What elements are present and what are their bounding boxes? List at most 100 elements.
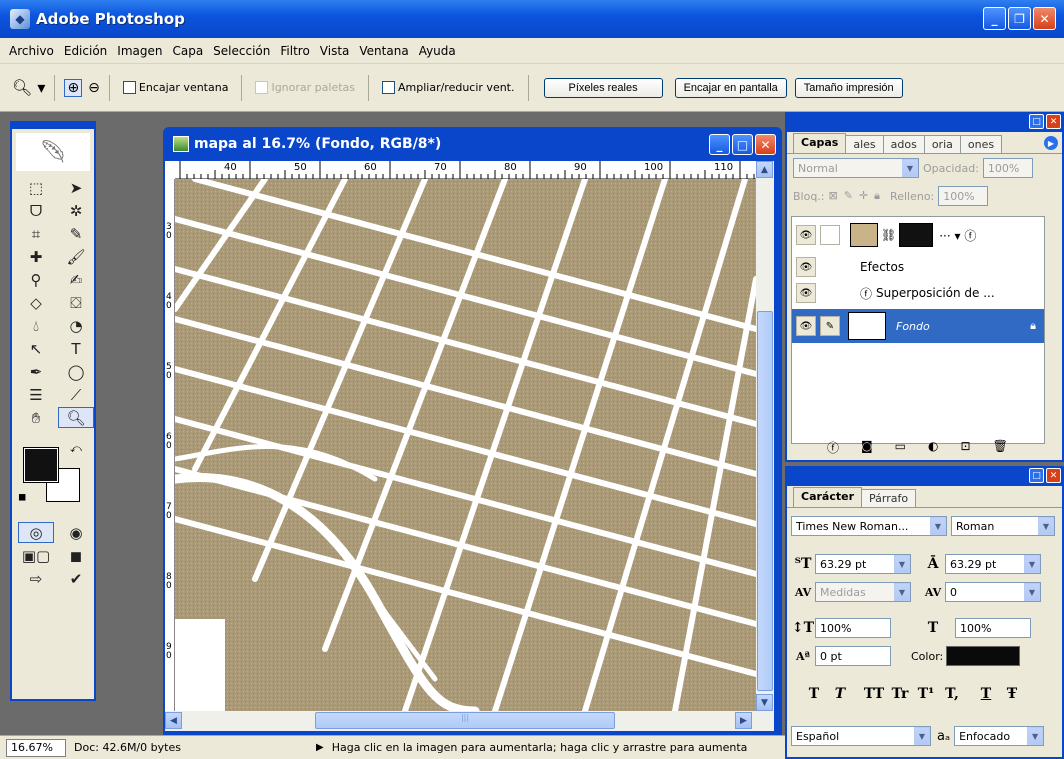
layers-menu-icon[interactable]: ▶ bbox=[1044, 136, 1058, 150]
char-close-icon[interactable]: ✕ bbox=[1046, 468, 1061, 483]
scroll-right-icon[interactable]: ▶ bbox=[735, 712, 752, 729]
subscript-button[interactable]: T, bbox=[939, 686, 965, 702]
baseline-shift-field[interactable]: 0 pt bbox=[815, 646, 891, 666]
vertical-scale-field[interactable]: 100% bbox=[815, 618, 891, 638]
eraser-tool-icon[interactable]: ◇ bbox=[18, 292, 54, 313]
paint-bucket-tool-icon[interactable]: ⛋ bbox=[58, 292, 94, 313]
layers-minimize-icon[interactable]: □ bbox=[1029, 114, 1044, 129]
tab-parrafo[interactable]: Párrafo bbox=[861, 489, 917, 507]
text-color-swatch[interactable] bbox=[946, 646, 1021, 666]
edit-in-imageready-icon[interactable]: ✔ bbox=[58, 568, 94, 589]
notes-tool-icon[interactable]: ☰ bbox=[18, 384, 54, 405]
quick-mask-icon[interactable]: ◉ bbox=[58, 522, 94, 543]
italic-button[interactable]: T bbox=[827, 686, 853, 702]
vertical-scroll-thumb[interactable] bbox=[757, 311, 773, 691]
eye-icon[interactable]: 👁︎ bbox=[796, 316, 816, 336]
menu-archivo[interactable]: Archivo bbox=[4, 44, 59, 58]
language-select[interactable]: Español ▼ bbox=[791, 726, 931, 746]
history-brush-tool-icon[interactable]: ✍ bbox=[58, 269, 94, 290]
standard-mode-icon[interactable]: ◎ bbox=[18, 522, 54, 543]
effect-item[interactable]: Superposición de ... bbox=[876, 286, 995, 300]
font-family-select[interactable]: Times New Roman... ▼ bbox=[791, 516, 947, 536]
minimize-button[interactable]: _ bbox=[983, 7, 1006, 30]
foreground-color-swatch[interactable] bbox=[23, 447, 59, 483]
menu-imagen[interactable]: Imagen bbox=[112, 44, 167, 58]
zoom-tool-icon[interactable]: 🔍︎ ▾ bbox=[12, 78, 45, 97]
underline-button[interactable]: T bbox=[973, 686, 999, 702]
screen-mode-icon[interactable]: ▣▢ bbox=[18, 545, 54, 566]
scroll-down-icon[interactable]: ▼ bbox=[756, 694, 773, 711]
menu-ventana[interactable]: Ventana bbox=[354, 44, 413, 58]
effects-toggle-icon[interactable]: ··· ▾ ⓕ bbox=[939, 227, 976, 244]
tab-capas[interactable]: Capas bbox=[793, 133, 847, 153]
eyedropper-tool-icon[interactable]: ⟋ bbox=[58, 384, 94, 405]
brush-tool-icon[interactable]: 🖌︎ bbox=[58, 246, 94, 267]
zoom-in-icon[interactable]: ⊕ bbox=[64, 78, 83, 97]
horizontal-scale-field[interactable]: 100% bbox=[955, 618, 1031, 638]
crop-tool-icon[interactable]: ⌗ bbox=[18, 223, 54, 244]
type-tool-icon[interactable]: T bbox=[58, 338, 94, 359]
menu-seleccion[interactable]: Selección bbox=[208, 44, 275, 58]
zoom-out-icon[interactable]: ⊖ bbox=[88, 80, 100, 96]
tab-caracter[interactable]: Carácter bbox=[793, 487, 863, 507]
image-canvas[interactable] bbox=[175, 179, 756, 711]
zoom-tool-icon[interactable]: 🔍︎ bbox=[58, 407, 94, 428]
doc-minimize-button[interactable]: _ bbox=[709, 134, 730, 155]
healing-brush-tool-icon[interactable]: ✚ bbox=[18, 246, 54, 267]
layer-style-icon[interactable]: ⓕ bbox=[827, 439, 839, 456]
tab-acciones[interactable]: ones bbox=[959, 135, 1003, 153]
font-size-field[interactable]: 63.29 pt ▼ bbox=[815, 554, 911, 574]
close-button[interactable]: ✕ bbox=[1033, 7, 1056, 30]
new-layer-icon[interactable]: ⊡ bbox=[961, 439, 971, 456]
font-style-select[interactable]: Roman ▼ bbox=[951, 516, 1055, 536]
mask-icon[interactable]: ◙ bbox=[861, 439, 873, 456]
menu-filtro[interactable]: Filtro bbox=[275, 44, 314, 58]
leading-field[interactable]: 63.29 pt ▼ bbox=[945, 554, 1041, 574]
tab-historia[interactable]: oria bbox=[923, 135, 961, 153]
superscript-button[interactable]: T¹ bbox=[913, 686, 939, 702]
eye-icon[interactable]: 👁︎ bbox=[796, 225, 816, 245]
all-caps-button[interactable]: TT bbox=[861, 686, 887, 702]
hand-tool-icon[interactable]: ✋︎ bbox=[18, 407, 54, 428]
menu-ayuda[interactable]: Ayuda bbox=[414, 44, 461, 58]
horizontal-scroll-thumb[interactable]: ||| bbox=[315, 712, 615, 729]
tab-canales[interactable]: ales bbox=[845, 135, 884, 153]
pen-tool-icon[interactable]: ✒ bbox=[18, 361, 54, 382]
slice-tool-icon[interactable]: ✎ bbox=[58, 223, 94, 244]
scroll-up-icon[interactable]: ▲ bbox=[756, 161, 773, 178]
dodge-tool-icon[interactable]: ◔ bbox=[58, 315, 94, 336]
tracking-field[interactable]: 0 ▼ bbox=[945, 582, 1041, 602]
new-group-icon[interactable]: ▭ bbox=[895, 439, 906, 456]
imageready-icon[interactable]: ⇨ bbox=[18, 568, 54, 589]
swap-colors-icon[interactable]: ⤺ bbox=[70, 442, 82, 456]
doc-maximize-button[interactable]: □ bbox=[732, 134, 753, 155]
small-caps-button[interactable]: Tr bbox=[887, 686, 913, 702]
kerning-field[interactable]: Medidas ▼ bbox=[815, 582, 911, 602]
bold-button[interactable]: T bbox=[801, 686, 827, 702]
path-selection-tool-icon[interactable]: ↖ bbox=[18, 338, 54, 359]
menu-vista[interactable]: Vista bbox=[315, 44, 355, 58]
link-slot[interactable] bbox=[820, 225, 840, 245]
full-screen-icon[interactable]: ◼ bbox=[58, 545, 94, 566]
magic-wand-tool-icon[interactable]: ✲ bbox=[58, 200, 94, 221]
layers-close-icon[interactable]: ✕ bbox=[1046, 114, 1061, 129]
eye-icon[interactable]: 👁︎ bbox=[796, 283, 816, 303]
ellipse-tool-icon[interactable]: ◯ bbox=[58, 361, 94, 382]
restore-button[interactable]: ❐ bbox=[1008, 7, 1031, 30]
zoom-level[interactable]: 16.67% bbox=[6, 738, 66, 757]
encajar-pantalla-button[interactable]: Encajar en pantalla bbox=[674, 77, 787, 98]
adjustment-layer-icon[interactable]: ◐ bbox=[928, 439, 938, 456]
ampliar-checkbox[interactable]: Ampliar/reducir vent. bbox=[378, 81, 519, 94]
layer-row-fondo[interactable]: 👁︎ ✎ Fondo 🔒︎ bbox=[792, 309, 1044, 343]
marquee-tool-icon[interactable]: ⬚ bbox=[18, 177, 54, 198]
default-colors-icon[interactable]: ◼ bbox=[18, 492, 26, 503]
trash-icon[interactable]: 🗑︎ bbox=[993, 439, 1008, 456]
menu-edicion[interactable]: Edición bbox=[59, 44, 112, 58]
antialias-select[interactable]: Enfocado ▼ bbox=[954, 726, 1045, 746]
scroll-left-icon[interactable]: ◀ bbox=[165, 712, 182, 729]
tab-trazados[interactable]: ados bbox=[882, 135, 925, 153]
lasso-tool-icon[interactable]: ᗜ bbox=[18, 200, 54, 221]
doc-close-button[interactable]: ✕ bbox=[755, 134, 776, 155]
tamano-impresion-button[interactable]: Tamaño impresión bbox=[794, 77, 903, 98]
move-tool-icon[interactable]: ➤ bbox=[58, 177, 94, 198]
